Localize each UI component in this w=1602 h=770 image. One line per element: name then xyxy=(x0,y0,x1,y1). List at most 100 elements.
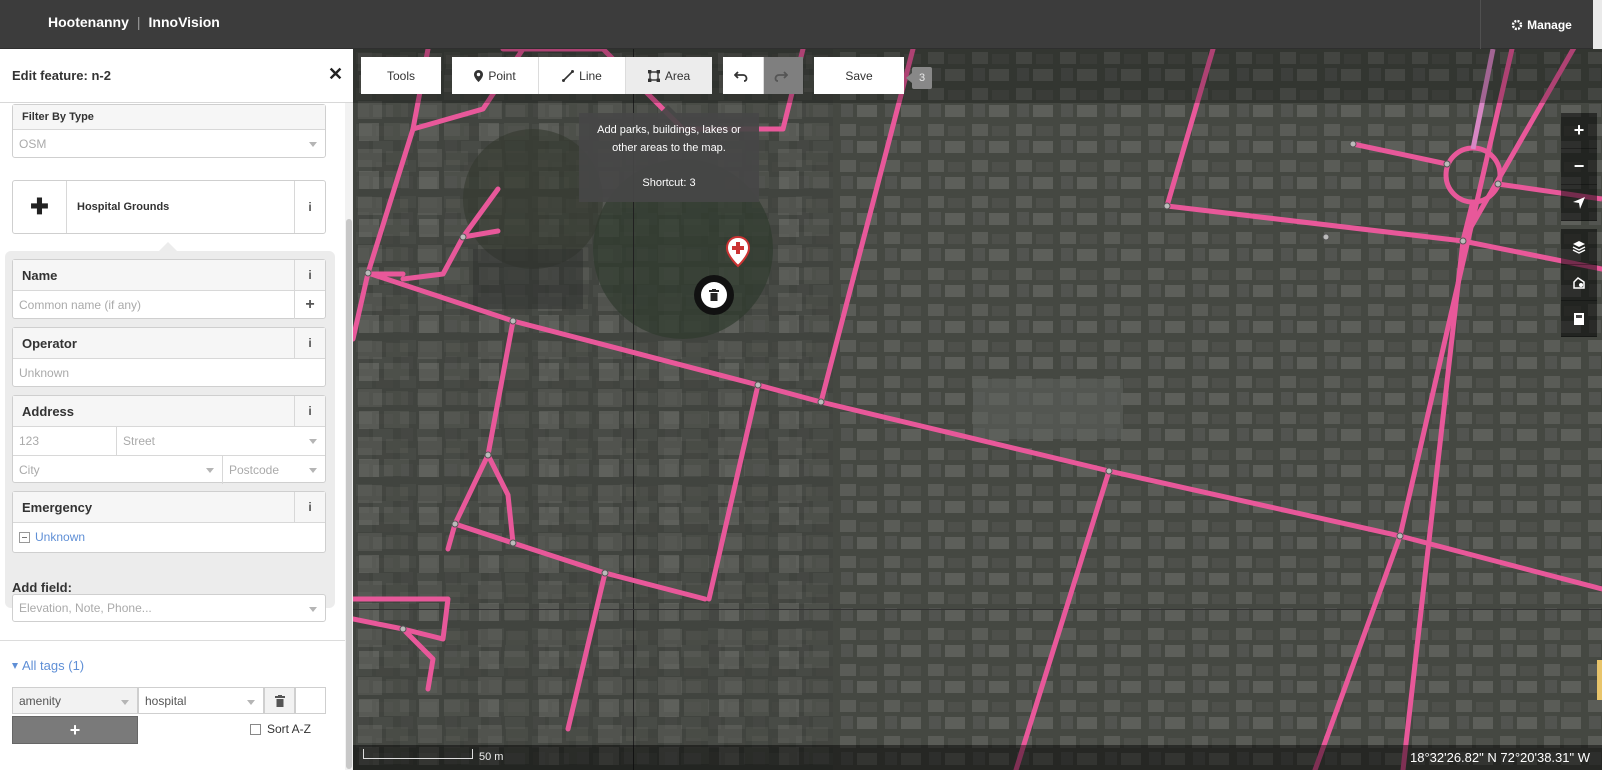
manage-label: Manage xyxy=(1527,17,1572,32)
address-row-2: City Postcode xyxy=(13,456,325,484)
plus-icon: ✚ xyxy=(13,181,67,233)
trash-icon xyxy=(274,694,285,707)
preset-info-button[interactable]: i xyxy=(294,181,325,233)
geolocate-button[interactable] xyxy=(1561,185,1597,221)
point-icon xyxy=(474,69,484,82)
sort-az-toggle[interactable]: Sort A-Z xyxy=(250,722,311,736)
all-tags-label: All tags (1) xyxy=(22,658,85,673)
map-data-icon xyxy=(1573,276,1585,289)
preset-notch xyxy=(159,242,177,251)
manage-button[interactable]: Manage xyxy=(1480,0,1602,49)
tag-value-input[interactable]: hospital xyxy=(138,687,264,714)
preset-card[interactable]: ✚ Hospital Grounds i xyxy=(12,180,326,234)
tag-info-button[interactable] xyxy=(295,687,326,714)
brand-primary[interactable]: Hootenanny xyxy=(48,14,129,30)
map-controls: + − xyxy=(1561,113,1597,337)
map-data-button[interactable] xyxy=(1561,265,1597,301)
chevron-down-icon xyxy=(309,468,317,473)
undo-button[interactable] xyxy=(723,57,763,94)
sidebar-header: Edit feature: n-2 ✕ xyxy=(0,49,353,103)
add-tag-button[interactable]: + xyxy=(12,716,138,744)
tag-value: hospital xyxy=(145,693,187,708)
tools-button[interactable]: Tools xyxy=(361,57,441,94)
line-label: Line xyxy=(579,68,602,83)
top-header: Hootenanny | InnoVision Manage xyxy=(0,0,1602,49)
filter-by-type-label: Filter By Type xyxy=(13,105,325,130)
operator-placeholder: Unknown xyxy=(19,366,70,380)
scrollbar-thumb[interactable] xyxy=(346,219,352,769)
redo-button[interactable] xyxy=(763,57,803,94)
tag-key-input[interactable]: amenity xyxy=(12,687,138,714)
housenumber-input[interactable]: 123 xyxy=(13,427,117,455)
all-tags-toggle[interactable]: All tags (1) xyxy=(12,658,84,673)
save-button[interactable]: Save xyxy=(814,57,904,94)
sidebar-scrollbar[interactable] xyxy=(345,103,353,770)
tag-key: amenity xyxy=(19,693,62,708)
window-scrollbar[interactable] xyxy=(1593,0,1602,49)
emergency-info-button[interactable]: i xyxy=(294,492,325,522)
operator-info-button[interactable]: i xyxy=(294,328,325,358)
sort-az-label: Sort A-Z xyxy=(267,722,312,736)
redo-icon xyxy=(774,70,788,82)
area-icon xyxy=(647,69,660,82)
zoom-out-button[interactable]: − xyxy=(1561,149,1597,185)
add-field-combobox[interactable]: Elevation, Note, Phone... xyxy=(12,594,326,622)
housenumber-placeholder: 123 xyxy=(19,434,40,448)
emergency-field-block: Emergency i Unknown xyxy=(12,491,326,553)
street-input[interactable]: Street xyxy=(117,427,325,455)
edit-count-badge: 3 xyxy=(906,67,932,89)
add-area-button[interactable]: Area xyxy=(625,57,712,94)
sidebar-divider xyxy=(0,640,345,641)
sidebar-title: Edit feature: n-2 xyxy=(12,68,111,83)
postcode-placeholder: Postcode xyxy=(229,463,280,477)
geolocate-icon xyxy=(1573,196,1585,209)
chevron-down-icon xyxy=(121,700,129,705)
tag-delete-button[interactable] xyxy=(264,687,295,714)
edge-accent xyxy=(1597,660,1602,700)
street-placeholder: Street xyxy=(123,434,156,448)
chevron-down-icon xyxy=(247,700,255,705)
chevron-down-icon xyxy=(309,439,317,444)
postcode-input[interactable]: Postcode xyxy=(223,456,325,484)
delete-feature-button[interactable] xyxy=(694,275,734,315)
brand-secondary[interactable]: InnoVision xyxy=(149,14,220,30)
add-line-button[interactable]: Line xyxy=(538,57,625,94)
add-field-placeholder: Elevation, Note, Phone... xyxy=(19,601,152,615)
close-icon[interactable]: ✕ xyxy=(328,65,343,83)
indeterminate-checkbox-icon[interactable] xyxy=(19,531,30,543)
area-label: Area xyxy=(664,68,691,83)
sort-az-checkbox[interactable] xyxy=(250,723,261,735)
hospital-pin-icon[interactable] xyxy=(726,236,750,268)
address-label-row: Address i xyxy=(13,396,325,427)
name-field-block: Name i Common name (if any) + xyxy=(12,259,326,319)
name-label: Name xyxy=(22,267,58,283)
filter-by-type-value: OSM xyxy=(19,136,47,151)
name-label-row: Name i xyxy=(13,260,325,291)
name-info-button[interactable]: i xyxy=(294,260,325,290)
disclosure-triangle-icon xyxy=(12,662,18,669)
point-label: Point xyxy=(488,68,516,83)
operator-input[interactable]: Unknown xyxy=(13,359,325,387)
brand-separator: | xyxy=(136,14,141,30)
undo-icon xyxy=(733,70,747,82)
layers-button[interactable] xyxy=(1561,229,1597,265)
tooltip-shortcut: Shortcut: 3 xyxy=(642,177,696,189)
help-button[interactable] xyxy=(1561,301,1597,337)
map-canvas[interactable] xyxy=(353,49,1602,770)
trash-icon xyxy=(709,289,719,301)
name-add-translation-button[interactable]: + xyxy=(294,291,325,319)
filter-by-type-select[interactable]: OSM xyxy=(13,130,325,157)
scale-bar xyxy=(363,749,473,759)
city-input[interactable]: City xyxy=(13,456,223,484)
address-info-button[interactable]: i xyxy=(294,396,325,426)
emergency-check[interactable]: Unknown xyxy=(13,523,325,551)
zoom-in-button[interactable]: + xyxy=(1561,113,1597,149)
name-placeholder: Common name (if any) xyxy=(19,298,142,312)
name-input[interactable]: Common name (if any) + xyxy=(13,291,325,319)
operator-label: Operator xyxy=(22,335,77,351)
emergency-label: Emergency xyxy=(22,499,93,515)
add-point-button[interactable]: Point xyxy=(452,57,538,94)
tooltip-arrow xyxy=(660,105,676,113)
tools-label: Tools xyxy=(386,68,415,83)
coordinates-readout: 18°32'26.82" N 72°20'38.31" W xyxy=(1410,750,1590,765)
